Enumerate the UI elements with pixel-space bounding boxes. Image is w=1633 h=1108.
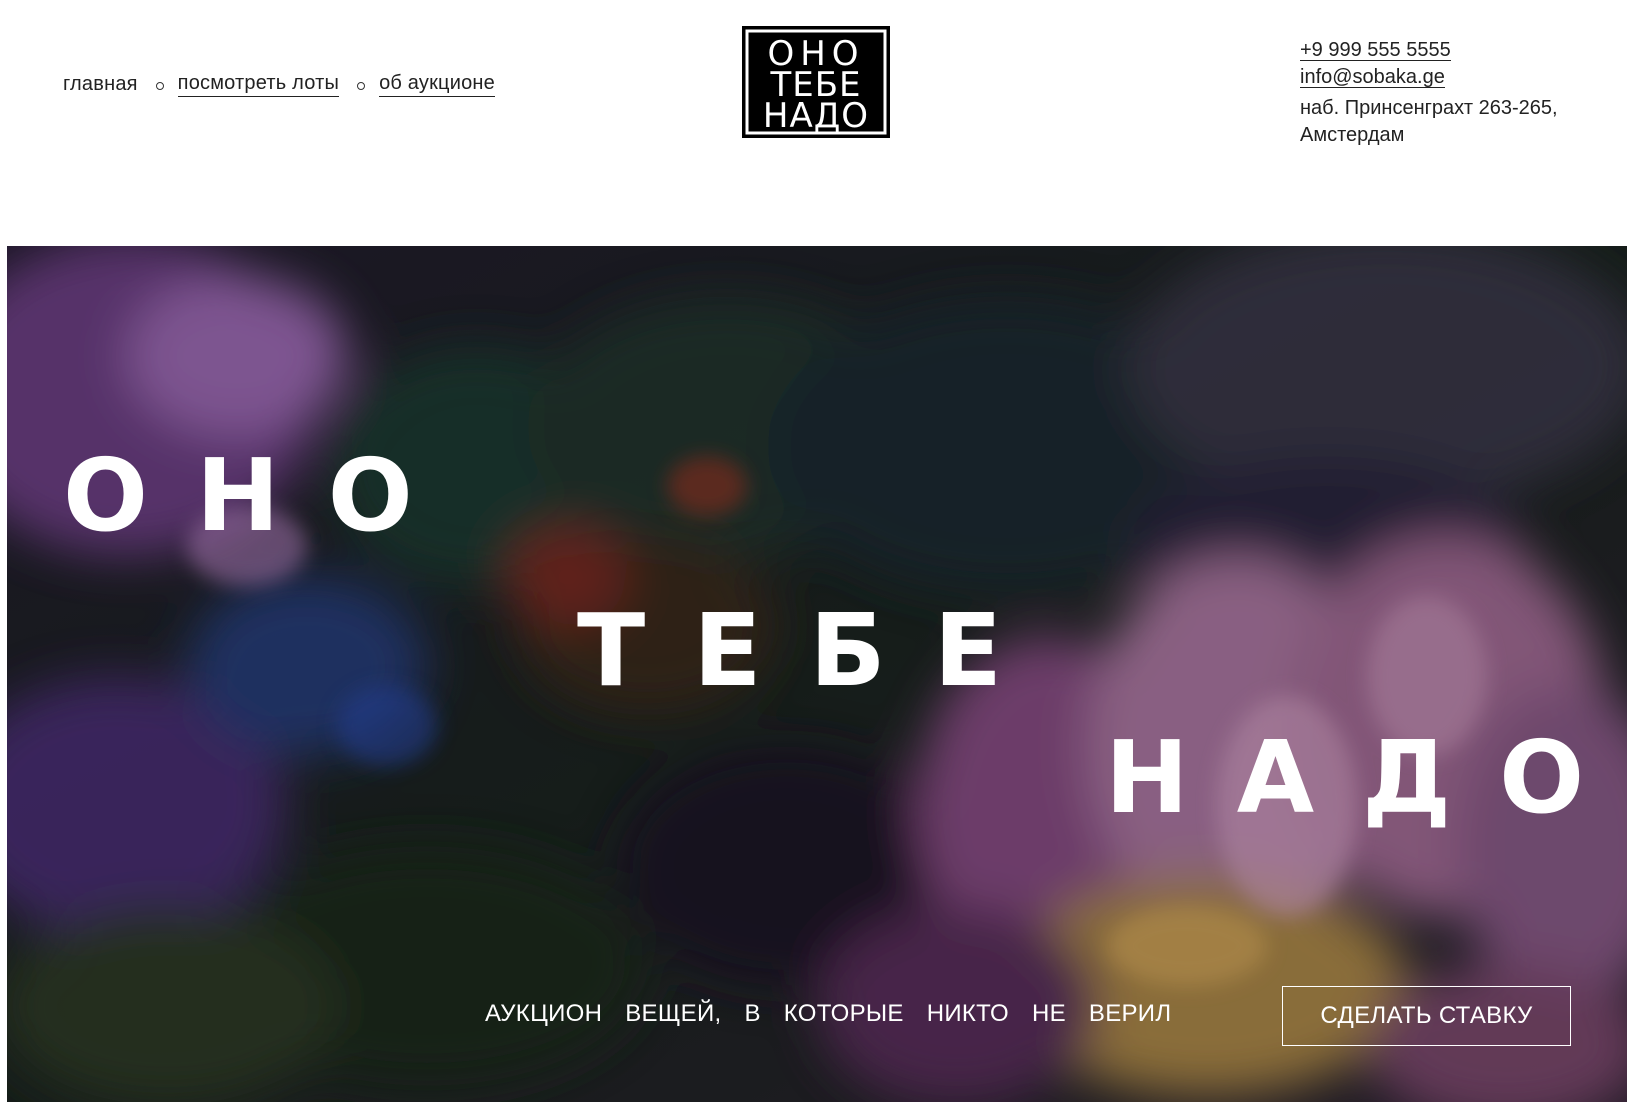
hero-tagline: АУКЦИОН ВЕЩЕЙ, В КОТОРЫЕ НИКТО НЕ ВЕРИЛ — [485, 1000, 1172, 1027]
hero-banner: ОНО ТЕБЕ НАДО АУКЦИОН ВЕЩЕЙ, В КОТОРЫЕ Н… — [7, 246, 1627, 1102]
nav-item-home[interactable]: главная — [63, 73, 138, 96]
page: главная посмотреть лоты об аукционе ОНО … — [0, 0, 1633, 1108]
email-link[interactable]: info@sobaka.ge — [1300, 67, 1445, 88]
nav-item-about-auction[interactable]: об аукционе — [379, 72, 495, 97]
main-nav: главная посмотреть лоты об аукционе — [63, 72, 495, 97]
contacts-block: +9 999 555 5555 info@sobaka.ge наб. Прин… — [1300, 37, 1600, 149]
hero-word-3: НАДО — [1105, 719, 1627, 836]
nav-separator-dot — [357, 81, 366, 90]
nav-separator-dot — [155, 81, 164, 90]
phone-link[interactable]: +9 999 555 5555 — [1300, 40, 1451, 61]
hero-word-1: ОНО — [63, 437, 461, 554]
address-text: наб. Принсенграхт 263-265, Амстердам — [1300, 97, 1558, 146]
place-bid-button[interactable]: СДЕЛАТЬ СТАВКУ — [1282, 986, 1571, 1046]
logo-line-3: НАДО — [763, 96, 869, 136]
logo-mark: ОНО ТЕБЕ НАДО — [745, 29, 887, 136]
logo[interactable]: ОНО ТЕБЕ НАДО — [742, 26, 890, 138]
nav-item-view-lots[interactable]: посмотреть лоты — [177, 72, 340, 97]
hero-word-2: ТЕБЕ — [577, 592, 1051, 709]
